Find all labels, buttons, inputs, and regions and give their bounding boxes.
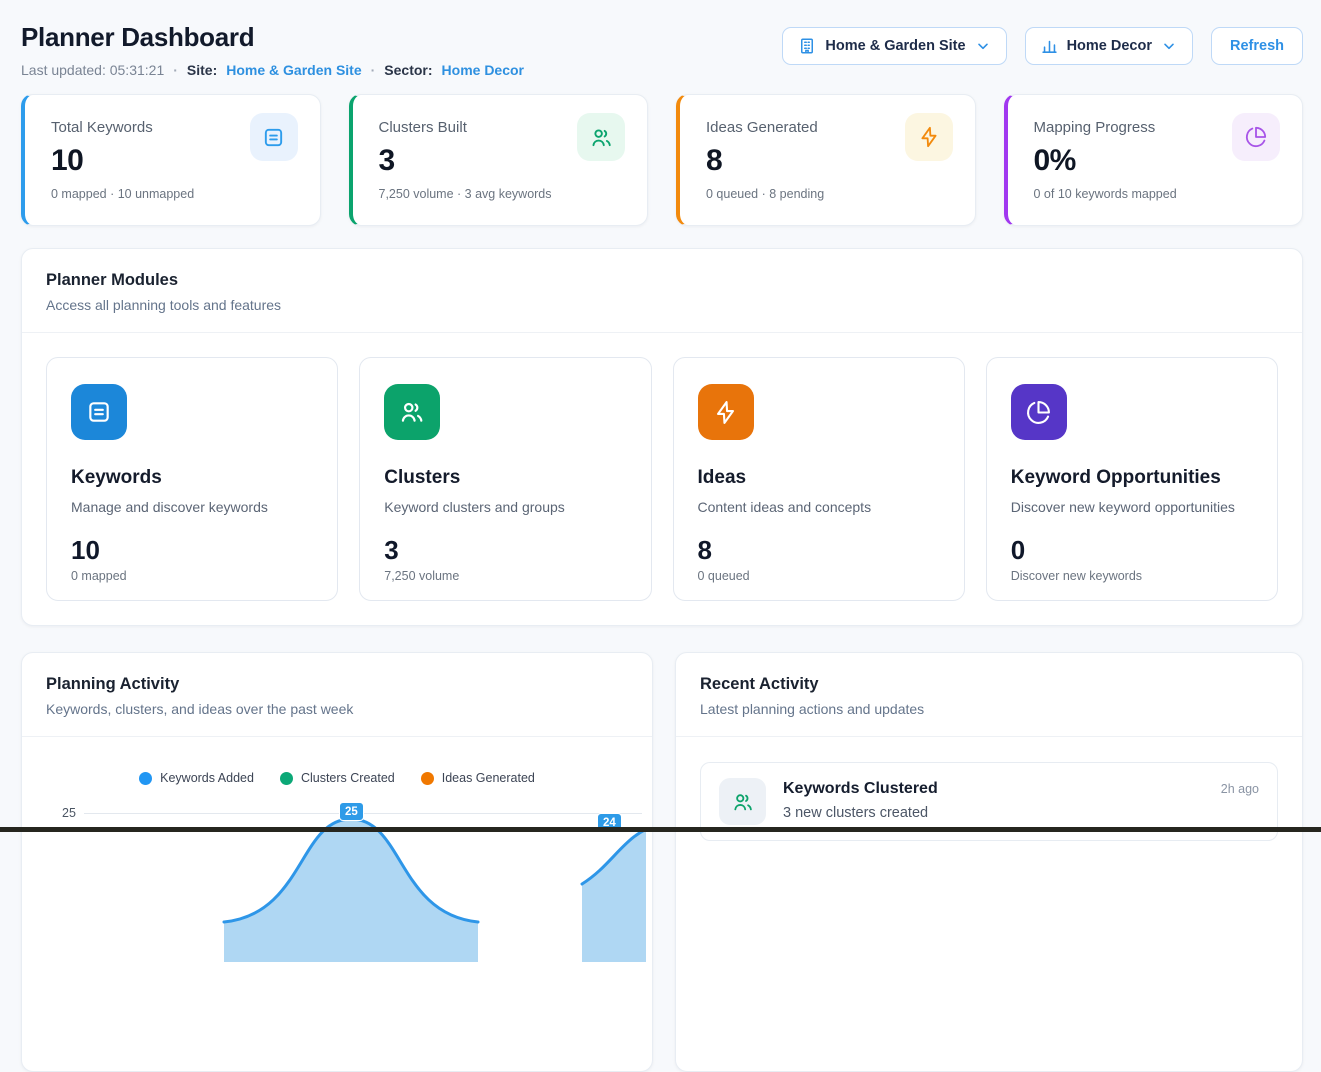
planning-activity-panel: Planning Activity Keywords, clusters, an… [21, 652, 653, 1072]
legend-item-clusters-created[interactable]: Clusters Created [280, 771, 395, 785]
page-header: Planner Dashboard Last updated: 05:31:21… [21, 22, 1303, 78]
modules-panel-header: Planner Modules Access all planning tool… [22, 249, 1302, 333]
stat-card-clusters-built: Clusters Built 3 7,250 volume · 3 avg ke… [349, 94, 649, 226]
planner-dashboard-page: Planner Dashboard Last updated: 05:31:21… [0, 0, 1321, 1072]
module-card-keywords[interactable]: Keywords Manage and discover keywords 10… [46, 357, 338, 601]
bolt-icon [905, 113, 953, 161]
activity-panel-subtitle: Keywords, clusters, and ideas over the p… [46, 701, 628, 717]
recent-item-timestamp: 2h ago [1221, 782, 1259, 796]
module-card-clusters[interactable]: Clusters Keyword clusters and groups 3 7… [359, 357, 651, 601]
recent-panel-subtitle: Latest planning actions and updates [700, 701, 1278, 717]
chevron-down-icon [975, 38, 991, 54]
stat-card-ideas-generated: Ideas Generated 8 0 queued · 8 pending [676, 94, 976, 226]
chevron-down-icon [1161, 38, 1177, 54]
module-value: 3 [384, 535, 626, 566]
building-icon [798, 37, 816, 55]
module-description: Keyword clusters and groups [384, 499, 626, 515]
stat-caption: 0 mapped · 10 unmapped [51, 187, 296, 201]
module-description: Manage and discover keywords [71, 499, 313, 515]
document-icon [250, 113, 298, 161]
sector-selector-dropdown[interactable]: Home Decor [1025, 27, 1193, 65]
site-label: Site: [187, 62, 217, 78]
data-label-25: 25 [339, 802, 364, 821]
site-selector-label: Home & Garden Site [825, 38, 965, 54]
recent-item-description: 3 new clusters created [783, 805, 1204, 821]
pie-chart-icon [1232, 113, 1280, 161]
sector-selector-label: Home Decor [1067, 38, 1152, 54]
module-caption: 0 queued [698, 569, 940, 583]
keywords-added-area-series [84, 802, 646, 962]
sector-link[interactable]: Home Decor [442, 62, 524, 78]
site-link[interactable]: Home & Garden Site [226, 62, 361, 78]
module-description: Content ideas and concepts [698, 499, 940, 515]
sector-label: Sector: [384, 62, 432, 78]
module-card-keyword-opportunities[interactable]: Keyword Opportunities Discover new keywo… [986, 357, 1278, 601]
refresh-button[interactable]: Refresh [1211, 27, 1303, 65]
module-card-ideas[interactable]: Ideas Content ideas and concepts 8 0 que… [673, 357, 965, 601]
legend-item-keywords-added[interactable]: Keywords Added [139, 771, 254, 785]
module-title: Ideas [698, 467, 940, 489]
recent-item-text: Keywords Clustered 3 new clusters create… [783, 778, 1204, 821]
modules-grid: Keywords Manage and discover keywords 10… [22, 333, 1302, 625]
recent-panel-header: Recent Activity Latest planning actions … [676, 653, 1302, 737]
module-description: Discover new keyword opportunities [1011, 499, 1253, 515]
y-axis-tick-25: 25 [62, 806, 76, 820]
chart-legend: Keywords Added Clusters Created Ideas Ge… [22, 771, 652, 785]
users-icon [384, 384, 440, 440]
legend-dot [139, 772, 152, 785]
recent-activity-list: Keywords Clustered 3 new clusters create… [676, 737, 1302, 866]
modules-panel-subtitle: Access all planning tools and features [46, 297, 1278, 313]
stat-card-mapping-progress: Mapping Progress 0% 0 of 10 keywords map… [1004, 94, 1304, 226]
header-toolbar: Home & Garden Site Home Decor Refresh [782, 27, 1303, 65]
module-value: 10 [71, 535, 313, 566]
stats-row: Total Keywords 10 0 mapped · 10 unmapped… [21, 94, 1303, 226]
module-value: 0 [1011, 535, 1253, 566]
planning-activity-chart: 25 25 24 [22, 802, 652, 962]
legend-item-ideas-generated[interactable]: Ideas Generated [421, 771, 535, 785]
bar-chart-icon [1041, 38, 1058, 55]
module-title: Keywords [71, 467, 313, 489]
recent-item-title: Keywords Clustered [783, 780, 1204, 798]
module-caption: 7,250 volume [384, 569, 626, 583]
stat-caption: 0 of 10 keywords mapped [1034, 187, 1279, 201]
page-title: Planner Dashboard [21, 22, 524, 53]
breadcrumb-meta: Last updated: 05:31:21 · Site: Home & Ga… [21, 62, 524, 78]
module-title: Clusters [384, 467, 626, 489]
document-icon [71, 384, 127, 440]
pie-chart-icon [1011, 384, 1067, 440]
stat-caption: 0 queued · 8 pending [706, 187, 951, 201]
stat-card-total-keywords: Total Keywords 10 0 mapped · 10 unmapped [21, 94, 321, 226]
planner-modules-panel: Planner Modules Access all planning tool… [21, 248, 1303, 626]
legend-dot [280, 772, 293, 785]
module-caption: 0 mapped [71, 569, 313, 583]
stat-caption: 7,250 volume · 3 avg keywords [379, 187, 624, 201]
activity-panel-header: Planning Activity Keywords, clusters, an… [22, 653, 652, 737]
last-updated-text: Last updated: 05:31:21 [21, 62, 164, 78]
bolt-icon [698, 384, 754, 440]
module-title: Keyword Opportunities [1011, 467, 1253, 489]
module-value: 8 [698, 535, 940, 566]
users-icon [719, 778, 766, 825]
module-caption: Discover new keywords [1011, 569, 1253, 583]
bottom-row: Planning Activity Keywords, clusters, an… [21, 652, 1303, 1072]
site-selector-dropdown[interactable]: Home & Garden Site [782, 27, 1006, 65]
users-icon [577, 113, 625, 161]
recent-panel-title: Recent Activity [700, 675, 1278, 694]
modules-panel-title: Planner Modules [46, 271, 1278, 290]
recent-activity-panel: Recent Activity Latest planning actions … [675, 652, 1303, 1072]
bottom-edge-bar [0, 827, 1321, 832]
activity-panel-title: Planning Activity [46, 675, 628, 694]
legend-dot [421, 772, 434, 785]
